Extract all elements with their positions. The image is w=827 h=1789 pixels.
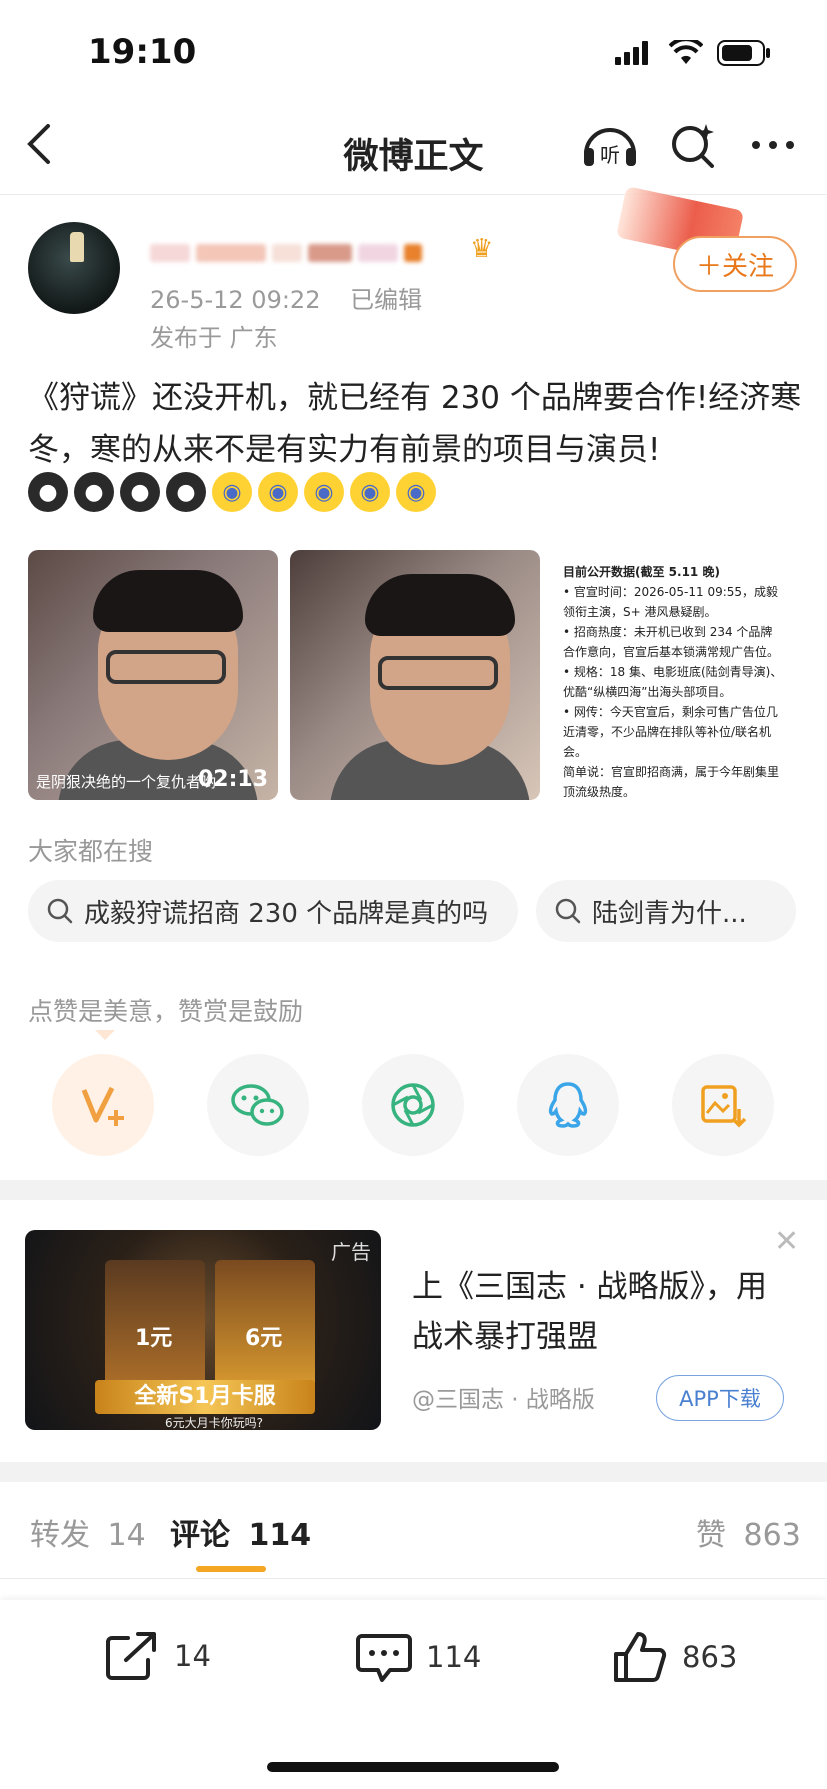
tab-repost-count: 14 [107,1518,146,1553]
nav-divider [0,194,827,195]
save-image-icon [701,1085,747,1128]
like-count: 863 [682,1640,738,1674]
tab-like-count: 863 [743,1518,801,1553]
tab-like[interactable]: 赞 863 [696,1510,801,1554]
tab-repost[interactable]: 转发 14 [30,1510,146,1554]
fear-emoji-icon: ◉ [396,472,436,512]
fear-emoji-icon: ◉ [212,472,252,512]
ad-banner-sub: 6元大月卡你玩吗? [165,1416,264,1430]
search-chip[interactable]: 陆剑青为什... [536,880,796,942]
search-sparkle-icon [672,124,714,168]
wechat-icon [231,1084,284,1126]
cry-emoji-icon: ● [166,472,206,512]
wifi-icon [669,40,703,64]
section-separator [0,1462,827,1482]
battery-icon [717,40,770,66]
fear-emoji-icon: ◉ [258,472,298,512]
fear-emoji-icon: ◉ [304,472,344,512]
cry-emoji-icon: ● [28,472,68,512]
post-timestamp-row: 26-5-12 09:22 已编辑 [150,280,422,315]
ad-source[interactable]: @三国志 · 战略版 [412,1380,595,1414]
ad-card-2: 6元 [215,1260,315,1400]
username-redacted[interactable] [150,242,422,264]
reward-label: 点赞是美意，赞赏是鼓励 [28,997,304,1026]
moments-icon [391,1083,435,1127]
doc-line: • 网传：今天官宣后，剩余可售广告位几近清零，不少品牌在排队等补位/联名机会。 [563,705,778,759]
ad-card-1-price: 1元 [135,1326,173,1351]
section-separator [0,1180,827,1200]
more-dots-icon [752,141,794,149]
post-timestamp: 26-5-12 09:22 [150,286,321,314]
doc-line: • 官宣时间：2026-05-11 09:55，成毅领衔主演，S+ 港风悬疑剧。 [563,585,779,619]
emoji-row: ● ● ● ● ◉ ◉ ◉ ◉ ◉ [28,472,436,512]
repost-count: 14 [174,1639,211,1673]
listen-label: 听 [600,143,620,167]
listen-button[interactable]: 听 [580,120,640,174]
image-thumbnail[interactable] [290,550,540,800]
tabs-divider [0,1578,827,1579]
comment-bubble-icon [356,1634,412,1682]
thumbs-up-icon [614,1632,667,1682]
video-duration: 02:13 [197,767,268,792]
avatar-lamp-decor [70,232,84,262]
more-button[interactable] [748,120,798,174]
ad-tag: 广告 [331,1240,371,1264]
doc-line: • 招商热度：未开机已收到 234 个品牌合作意向，官宣后基本锁满常规广告位。 [563,625,780,659]
share-arrow-icon [106,1632,156,1680]
vip-crown-icon: ♛ [470,234,494,264]
share-wechat-button[interactable] [207,1054,309,1156]
tab-comment-label: 评论 [170,1518,230,1553]
tab-comment-count: 114 [248,1518,312,1553]
ad-close-icon[interactable]: ✕ [774,1224,799,1259]
doc-heading: 目前公开数据(截至 5.11 晚) [563,565,720,579]
cry-emoji-icon: ● [74,472,114,512]
doc-line: • 规格：18 集、电影班底(陆剑青导演)、优酷“纵横四海”出海头部项目。 [563,665,783,699]
tab-repost-label: 转发 [30,1518,90,1553]
searches-label: 大家都在搜 [28,837,154,866]
follow-button[interactable]: ＋关注 [673,236,797,292]
ad-title[interactable]: 上《三国志 · 战略版》，用战术暴打强盟 [412,1262,772,1362]
home-indicator [267,1762,559,1772]
save-image-button[interactable] [672,1054,774,1156]
ad-card-1: 1元 [105,1260,205,1400]
search-chip-label: 成毅狩谎招商 230 个品牌是真的吗 [84,898,489,929]
repost-button[interactable]: 14 [104,1630,211,1682]
headphones-icon: 听 [584,128,636,167]
tab-like-label: 赞 [696,1518,726,1553]
qq-icon [548,1082,588,1128]
cellular-signal-icon [615,41,648,65]
ad-card-2-price: 6元 [245,1326,283,1351]
doc-line: 简单说：官宣即招商满，属于今年剧集里顶流级热度。 [563,765,780,799]
bottom-action-bar [0,1600,827,1789]
status-time: 19:10 [88,32,197,72]
share-qq-button[interactable] [517,1054,619,1156]
tooltip-pointer [95,1030,115,1040]
tab-comment[interactable]: 评论 114 [170,1510,311,1554]
v-plus-icon [81,1086,124,1126]
active-tab-indicator [196,1566,266,1572]
share-moments-button[interactable] [362,1054,464,1156]
ad-image[interactable]: 广告 1元 6元 全新S1月卡服 6元大月卡你玩吗? [25,1230,381,1430]
cry-emoji-icon: ● [120,472,160,512]
document-thumbnail[interactable]: 目前公开数据(截至 5.11 晚) • 官宣时间：2026-05-11 09:5… [555,550,791,800]
post-text: 《狩谎》还没开机，就已经有 230 个品牌要合作!经济寒冬，寒的从来不是有实力有… [28,380,802,468]
fear-emoji-icon: ◉ [350,472,390,512]
edited-label: 已编辑 [350,286,423,314]
search-icon [47,898,73,924]
search-icon [555,898,581,924]
video-caption: 是阴狠决绝的一个复仇者哟 [36,773,217,791]
video-thumbnail[interactable]: 是阴狠决绝的一个复仇者哟 02:13 [28,550,278,800]
search-button[interactable] [668,120,718,174]
status-icons [615,40,771,66]
ad-banner-text: 全新S1月卡服 [95,1380,315,1414]
search-chip-label: 陆剑青为什... [592,898,747,929]
reward-button[interactable] [52,1054,154,1156]
search-chip[interactable]: 成毅狩谎招商 230 个品牌是真的吗 [28,880,518,942]
ad-download-button[interactable]: APP下载 [656,1375,784,1421]
post-location: 发布于 广东 [150,324,278,352]
comment-count: 114 [426,1640,482,1674]
comment-button[interactable]: 114 [356,1630,481,1684]
like-button[interactable]: 863 [612,1630,737,1684]
